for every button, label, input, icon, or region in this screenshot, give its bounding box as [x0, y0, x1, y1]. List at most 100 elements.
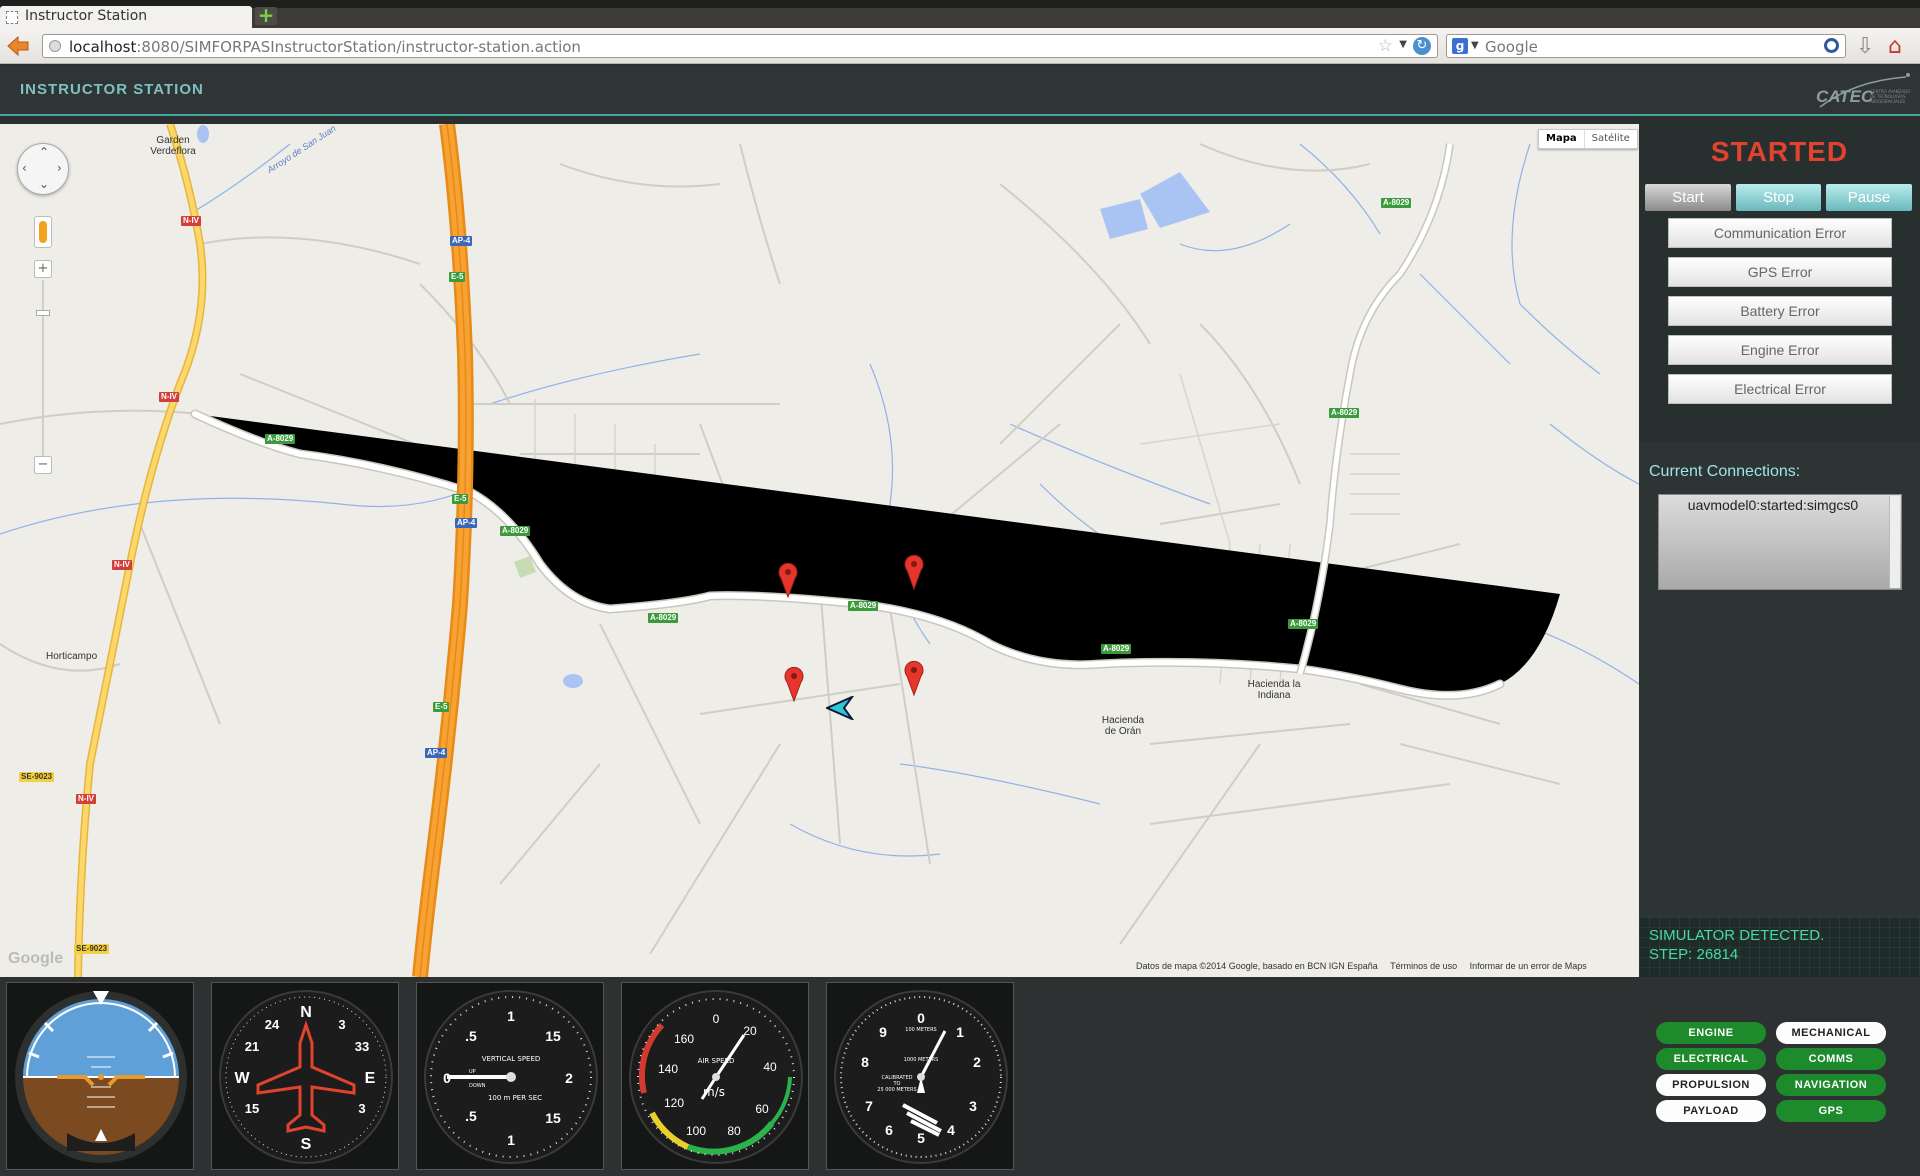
svg-text:60: 60 — [755, 1102, 769, 1116]
waypoint-marker-icon[interactable] — [904, 554, 924, 590]
road-shield: A-8029 — [848, 601, 879, 611]
waypoint-marker-icon[interactable] — [904, 660, 924, 696]
back-arrow-icon[interactable] — [6, 35, 30, 57]
report-error-link[interactable]: Informar de un error de Maps — [1470, 961, 1587, 971]
road-shield: E-5 — [449, 272, 466, 282]
road-shield: E-5 — [433, 702, 450, 712]
terms-of-use-link[interactable]: Términos de uso — [1390, 961, 1457, 971]
search-engine-dropdown-icon[interactable]: ▼ — [1471, 40, 1479, 51]
uav-position-icon[interactable] — [826, 696, 854, 720]
browser-tab[interactable]: Instructor Station — [0, 6, 252, 28]
road-shield: A-8029 — [1381, 198, 1412, 208]
svg-text:100: 100 — [686, 1124, 706, 1138]
simulator-detected-text: SIMULATOR DETECTED. — [1649, 927, 1825, 944]
connections-scrollbar[interactable] — [1889, 496, 1900, 588]
control-panel: STARTED Start Stop Pause Communication E… — [1639, 124, 1920, 977]
road-shield: AP-4 — [425, 748, 448, 758]
connection-item[interactable]: uavmodel0:started:simgcs0 — [1659, 497, 1887, 513]
road-shield: A-8029 — [1101, 644, 1132, 654]
svg-text:1: 1 — [956, 1024, 964, 1040]
place-label: Garden Verdeflora — [150, 135, 196, 157]
gps-error-button[interactable]: GPS Error — [1668, 257, 1892, 287]
map-type-mapa[interactable]: Mapa — [1539, 130, 1585, 148]
zoom-slider-handle[interactable] — [36, 310, 50, 316]
pan-right-icon[interactable]: › — [57, 161, 62, 175]
payload-status: PAYLOAD — [1656, 1100, 1766, 1122]
communication-error-button[interactable]: Communication Error — [1668, 218, 1892, 248]
street-view-pegman-icon[interactable] — [34, 216, 52, 248]
attitude-indicator — [6, 982, 194, 1170]
svg-text:.5: .5 — [465, 1028, 477, 1044]
svg-text:15: 15 — [545, 1028, 561, 1044]
svg-text:6: 6 — [885, 1122, 893, 1138]
svg-text:4: 4 — [947, 1122, 955, 1138]
pan-control[interactable]: ⌃ ⌄ ‹ › — [17, 143, 69, 195]
start-button[interactable]: Start — [1645, 184, 1731, 211]
pan-down-icon[interactable]: ⌄ — [39, 177, 49, 191]
road-shield: N-IV — [76, 794, 96, 804]
bookmark-star-icon[interactable]: ☆ — [1378, 36, 1393, 56]
new-tab-button[interactable]: + — [255, 5, 277, 25]
waypoint-marker-icon[interactable] — [784, 666, 804, 702]
logo-text: CATEC — [1816, 87, 1874, 106]
simulation-controls: STARTED Start Stop Pause Communication E… — [1639, 124, 1920, 442]
zoom-track[interactable] — [42, 280, 44, 458]
address-host: localhost — [69, 38, 137, 56]
battery-error-button[interactable]: Battery Error — [1668, 296, 1892, 326]
page-favicon-icon — [6, 11, 18, 24]
road-shield: N-IV — [181, 216, 201, 226]
svg-text:40: 40 — [763, 1060, 777, 1074]
vertical-speed-dial: 11 .5.5 1515 20 VERTICAL SPEED UP DOWN 1… — [424, 990, 598, 1164]
browser-tab-title: Instructor Station — [25, 8, 148, 24]
search-engine-icon[interactable]: g — [1452, 38, 1468, 54]
svg-text:160: 160 — [674, 1032, 694, 1046]
address-bar[interactable]: localhost:8080/SIMFORPASInstructorStatio… — [42, 34, 1438, 58]
altimeter: 012 357 8946 100 METERS 1000 METERS CALI… — [826, 982, 1014, 1170]
svg-text:15: 15 — [545, 1110, 561, 1126]
electrical-error-button[interactable]: Electrical Error — [1668, 374, 1892, 404]
connections-label: Current Connections: — [1649, 463, 1801, 480]
vertical-speed-indicator: 11 .5.5 1515 20 VERTICAL SPEED UP DOWN 1… — [416, 982, 604, 1170]
svg-text:1: 1 — [507, 1132, 515, 1148]
svg-text:2: 2 — [973, 1054, 981, 1070]
zoom-out-button[interactable]: − — [34, 456, 52, 474]
road-shield: A-8029 — [648, 613, 679, 623]
propulsion-status: PROPULSION — [1656, 1074, 1766, 1096]
pan-left-icon[interactable]: ‹ — [22, 161, 27, 175]
map-view[interactable]: Mapa Satélite ⌃ ⌄ ‹ › + − Garden Verdefl… — [0, 124, 1639, 977]
map-type-control[interactable]: Mapa Satélite — [1538, 129, 1638, 149]
search-icon[interactable] — [1824, 38, 1839, 53]
road-shield: A-8029 — [500, 526, 531, 536]
connections-list[interactable]: uavmodel0:started:simgcs0 — [1658, 494, 1902, 590]
stop-button[interactable]: Stop — [1736, 184, 1821, 211]
pause-button[interactable]: Pause — [1826, 184, 1912, 211]
app-header: INSTRUCTOR STATION CATEC CENTRO AVANZADO… — [0, 65, 1920, 116]
window-topline — [0, 0, 1920, 8]
road-shield: N-IV — [159, 392, 179, 402]
electrical-status: ELECTRICAL — [1656, 1048, 1766, 1070]
pan-up-icon[interactable]: ⌃ — [39, 145, 49, 159]
place-label: Horticampo — [46, 651, 98, 662]
download-icon[interactable]: ⇩ — [1856, 34, 1878, 59]
engine-status: ENGINE — [1656, 1022, 1766, 1044]
road-shield: AP-4 — [455, 518, 478, 528]
simulator-status-box: SIMULATOR DETECTED. STEP: 26814 — [1639, 917, 1920, 977]
site-info-icon[interactable] — [49, 40, 61, 52]
waypoint-marker-icon[interactable] — [778, 562, 798, 598]
map-type-satelite[interactable]: Satélite — [1585, 130, 1637, 148]
reload-icon[interactable]: ↻ — [1413, 37, 1431, 55]
home-icon[interactable]: ⌂ — [1888, 34, 1912, 59]
map-tiles[interactable] — [0, 124, 1639, 977]
zoom-in-button[interactable]: + — [34, 260, 52, 278]
svg-text:2: 2 — [565, 1070, 573, 1086]
vs-units: 100 m PER SEC — [488, 1094, 542, 1102]
search-bar[interactable]: g ▼ Google — [1446, 34, 1846, 58]
gps-status: GPS — [1776, 1100, 1886, 1122]
simulation-status: STARTED — [1710, 136, 1849, 167]
catec-logo: CATEC CENTRO AVANZADO DE TECNOLOGÍAS AER… — [1814, 71, 1914, 113]
heading-indicator-dial: NSW E 333 2421 315 — [219, 990, 393, 1164]
zoom-control[interactable]: + − — [34, 260, 52, 480]
engine-error-button[interactable]: Engine Error — [1668, 335, 1892, 365]
place-label: Hacienda la Indiana — [1247, 679, 1301, 701]
history-dropdown-icon[interactable]: ▼ — [1399, 39, 1407, 50]
